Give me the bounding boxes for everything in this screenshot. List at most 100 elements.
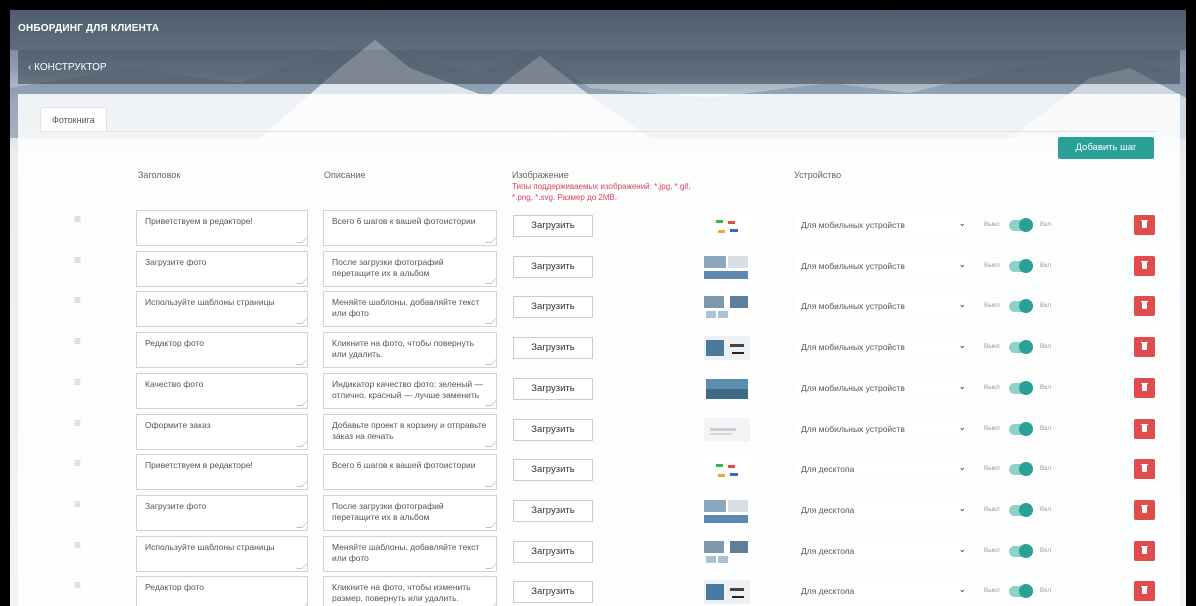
toggle-switch[interactable] [1009, 543, 1033, 558]
step-enabled-toggle[interactable]: Выкл Вкл [984, 462, 1074, 477]
step-enabled-toggle[interactable]: Выкл Вкл [984, 258, 1074, 274]
step-enabled-toggle[interactable]: Выкл Вкл [984, 340, 1074, 355]
column-header-description: Описание [324, 170, 366, 180]
toggle-switch[interactable] [1009, 584, 1033, 599]
device-select[interactable]: Для мобильных устройств ⌄ [797, 255, 970, 276]
step-title-field[interactable]: Используйте шаблоны страницы [136, 535, 308, 572]
drag-handle-icon[interactable]: ≡ [74, 456, 81, 470]
drag-handle-icon[interactable]: ≡ [74, 212, 81, 226]
step-title-field[interactable]: Приветствуем в редакторе! [136, 210, 308, 246]
upload-button[interactable]: Загрузить [513, 418, 593, 441]
toggle-knob [1019, 380, 1033, 395]
step-enabled-toggle[interactable]: Выкл Вкл [984, 218, 1074, 233]
drag-handle-icon[interactable]: ≡ [74, 375, 81, 389]
toggle-knob [1019, 421, 1033, 436]
drag-handle-icon[interactable]: ≡ [74, 538, 81, 552]
drag-handle-icon[interactable]: ≡ [74, 334, 81, 348]
table-row: ≡ Загрузите фото После загрузки фотографий… [18, 494, 1180, 535]
step-enabled-toggle[interactable]: Выкл Вкл [984, 421, 1074, 437]
device-select-value: Для десктопа [801, 464, 855, 475]
device-select-value: Для мобильных устройств [801, 423, 905, 434]
step-title-field[interactable]: Загрузите фото [136, 494, 308, 531]
delete-step-button[interactable] [1134, 418, 1155, 439]
table-row: ≡ Используйте шаблоны страницы Меняйте шаб… [18, 535, 1180, 576]
step-title-field[interactable]: Загрузите фото [136, 250, 308, 287]
device-select[interactable]: Для мобильных устройств ⌄ [797, 296, 970, 317]
step-description-field[interactable]: Всего 6 шагов к вашей фотоистории [323, 454, 497, 491]
toggle-switch[interactable] [1009, 218, 1033, 232]
delete-step-button[interactable] [1134, 499, 1155, 520]
toggle-on-label: Вкл [1040, 546, 1052, 554]
delete-step-button[interactable] [1134, 215, 1155, 235]
toggle-switch[interactable] [1009, 502, 1033, 517]
delete-step-button[interactable] [1134, 377, 1155, 398]
device-select[interactable]: Для мобильных устройств ⌄ [797, 337, 970, 358]
drag-handle-icon[interactable]: ≡ [74, 578, 81, 592]
drag-handle-icon[interactable]: ≡ [74, 253, 81, 267]
drag-handle-icon[interactable]: ≡ [74, 416, 81, 430]
tab-photobook[interactable]: Фотокнига [40, 107, 107, 131]
step-enabled-toggle[interactable]: Выкл Вкл [984, 380, 1074, 396]
toggle-switch[interactable] [1009, 421, 1033, 436]
step-title-field[interactable]: Редактор фото [136, 576, 308, 606]
step-description-field[interactable]: Индикатор качество фото: зеленый — отлич… [323, 372, 497, 409]
device-select[interactable]: Для десктопа ⌄ [797, 499, 970, 520]
delete-step-button[interactable] [1134, 540, 1155, 561]
delete-step-button[interactable] [1134, 296, 1155, 317]
device-select[interactable]: Для десктопа ⌄ [797, 540, 970, 561]
delete-step-button[interactable] [1134, 581, 1155, 602]
step-description-field[interactable]: После загрузки фотографий перетащите их … [323, 250, 497, 287]
device-select-value: Для мобильных устройств [801, 382, 905, 393]
step-enabled-toggle[interactable]: Выкл Вкл [984, 502, 1074, 518]
step-description-field[interactable]: Добавьте проект в корзину и отправьте за… [323, 413, 497, 450]
upload-button[interactable]: Загрузить [513, 337, 593, 360]
upload-button[interactable]: Загрузить [513, 581, 593, 604]
step-description-field[interactable]: Меняйте шаблоны, добавляйте текст или фо… [323, 535, 497, 572]
step-enabled-toggle[interactable]: Выкл Вкл [984, 299, 1074, 314]
device-select[interactable]: Для мобильных устройств ⌄ [797, 215, 970, 235]
step-title-field[interactable]: Качество фото [136, 372, 308, 409]
step-description-field[interactable]: Меняйте шаблоны, добавляйте текст или фо… [323, 291, 497, 328]
chevron-down-icon: ⌄ [958, 340, 966, 351]
upload-button[interactable]: Загрузить [513, 499, 593, 522]
step-title-field[interactable]: Используйте шаблоны страницы [136, 291, 308, 328]
toggle-switch[interactable] [1009, 380, 1033, 395]
step-enabled-toggle[interactable]: Выкл Вкл [984, 543, 1074, 559]
delete-step-button[interactable] [1134, 255, 1155, 276]
chevron-down-icon: ⌄ [958, 502, 966, 513]
step-enabled-toggle[interactable]: Выкл Вкл [984, 584, 1074, 599]
step-description-field[interactable]: Кликните на фото, чтобы повернуть или уд… [323, 332, 497, 369]
device-select[interactable]: Для мобильных устройств ⌄ [797, 377, 970, 398]
device-select[interactable]: Для десктопа ⌄ [797, 459, 970, 480]
toggle-switch[interactable] [1009, 299, 1033, 314]
delete-step-button[interactable] [1134, 459, 1155, 480]
upload-button[interactable]: Загрузить [513, 215, 593, 237]
add-step-button[interactable]: Добавить шаг [1058, 137, 1154, 159]
step-description-field[interactable]: Кликните на фото, чтобы изменить размер,… [323, 576, 497, 606]
toggle-switch[interactable] [1009, 258, 1033, 273]
drag-handle-icon[interactable]: ≡ [74, 497, 81, 511]
step-title-field[interactable]: Приветствуем в редакторе! [136, 454, 308, 491]
upload-button[interactable]: Загрузить [513, 377, 593, 400]
upload-button[interactable]: Загрузить [513, 296, 593, 319]
step-image-thumbnail [702, 293, 752, 322]
step-description-field[interactable]: Всего 6 шагов к вашей фотоистории [323, 210, 497, 246]
step-description-field[interactable]: После загрузки фотографий перетащите их … [323, 494, 497, 531]
step-title-field[interactable]: Редактор фото [136, 332, 308, 369]
drag-handle-icon[interactable]: ≡ [74, 293, 81, 307]
toggle-switch[interactable] [1009, 462, 1033, 477]
upload-button[interactable]: Загрузить [513, 540, 593, 563]
upload-button[interactable]: Загрузить [513, 255, 593, 278]
toggle-switch[interactable] [1009, 340, 1033, 355]
device-select[interactable]: Для мобильных устройств ⌄ [797, 418, 970, 439]
table-row: ≡ Редактор фото Кликните на фото, чтобы из… [18, 576, 1180, 606]
toggle-knob [1019, 218, 1033, 232]
device-select[interactable]: Для десктопа ⌄ [797, 581, 970, 602]
step-image-thumbnail [702, 415, 752, 444]
device-select-value: Для мобильных устройств [801, 260, 905, 271]
step-title-field[interactable]: Оформите заказ [136, 413, 308, 450]
upload-button[interactable]: Загрузить [513, 459, 593, 482]
back-to-constructor-link[interactable]: ‹ КОНСТРУКТОР [28, 62, 107, 73]
delete-step-button[interactable] [1134, 337, 1155, 358]
page-title: ОНБОРДИНГ ДЛЯ КЛИЕНТА [18, 23, 160, 34]
